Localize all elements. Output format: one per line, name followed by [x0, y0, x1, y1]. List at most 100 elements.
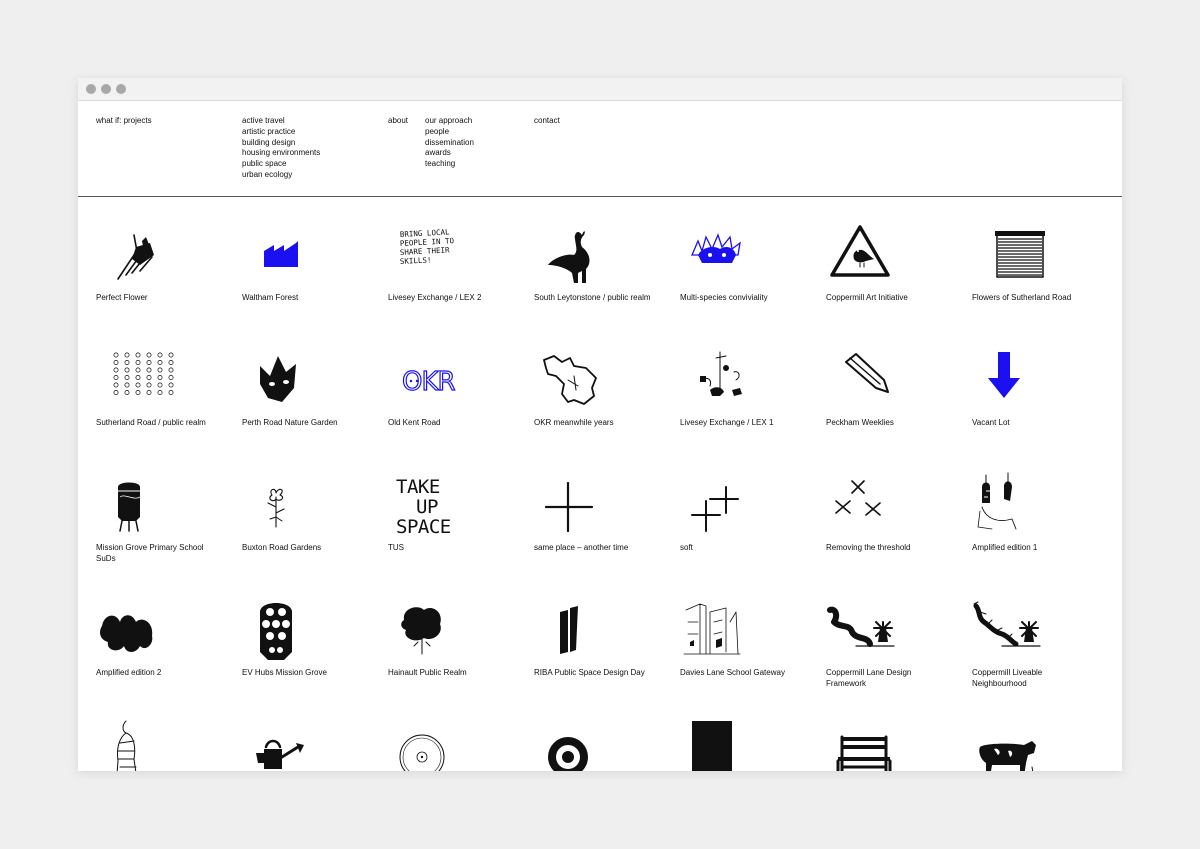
project-tile[interactable] [972, 707, 1112, 771]
project-title: South Leytonstone / public realm [534, 293, 651, 302]
site-title-link[interactable]: what if: projects [96, 116, 152, 127]
nav-teaching-link[interactable]: teaching [425, 159, 474, 170]
factory-roof-icon [242, 207, 382, 297]
sketch-scene-icon [680, 332, 820, 422]
nav-contact-link[interactable]: contact [534, 116, 560, 127]
project-title: EV Hubs Mission Grove [242, 668, 327, 677]
project-tile[interactable]: Multi-species conviviality [680, 207, 820, 327]
bird-warning-sign-icon [826, 207, 966, 297]
flower-sketch-icon [242, 457, 382, 547]
river-windmill-icon [826, 582, 966, 672]
shutter-icon [972, 207, 1112, 297]
project-tile[interactable]: Coppermill Art Initiative [826, 207, 966, 327]
target-icon [534, 707, 674, 771]
nav-category-building-design[interactable]: building design [242, 138, 320, 149]
project-title: Coppermill Art Initiative [826, 293, 908, 302]
project-tile[interactable] [96, 707, 236, 771]
project-tile[interactable]: Amplified edition 1 [972, 457, 1112, 577]
project-tile[interactable]: BRING LOCAL PEOPLE IN TO SHARE THEIR SKILLS… [388, 207, 528, 327]
project-title: Perfect Flower [96, 293, 148, 302]
nav-people-link[interactable]: people [425, 127, 474, 138]
nav-category-housing-environments[interactable]: housing environments [242, 148, 320, 159]
project-tile[interactable]: Mission Grove Primary School SuDs [96, 457, 236, 577]
project-tile[interactable]: TAKE UP SPACE TUS [388, 457, 528, 577]
project-tile[interactable]: Removing the threshold [826, 457, 966, 577]
project-title: Removing the threshold [826, 543, 911, 552]
project-tile[interactable]: RIBA Public Space Design Day [534, 582, 674, 702]
project-tile[interactable]: Amplified edition 2 [96, 582, 236, 702]
nav-about-column: about [388, 116, 408, 127]
project-tile[interactable]: Buxton Road Gardens [242, 457, 382, 577]
project-tile[interactable]: Davies Lane School Gateway [680, 582, 820, 702]
project-tile[interactable]: EV Hubs Mission Grove [242, 582, 382, 702]
project-tile[interactable]: OKR Old Kent Road [388, 332, 528, 452]
nav-awards-link[interactable]: awards [425, 148, 474, 159]
project-tile[interactable]: soft [680, 457, 820, 577]
svg-text:TAKE: TAKE [396, 476, 440, 498]
bench-icon [826, 707, 966, 771]
project-tile[interactable]: Peckham Weeklies [826, 332, 966, 452]
pencil-icon [826, 332, 966, 422]
project-title: RIBA Public Space Design Day [534, 668, 645, 677]
project-title: Amplified edition 2 [96, 668, 162, 677]
browser-window: what if: projects active travel artistic… [78, 78, 1122, 771]
svg-text:UP: UP [416, 496, 438, 518]
project-tile[interactable]: Coppermill Liveable Neighbourhood [972, 582, 1112, 702]
project-tile[interactable]: Perfect Flower [96, 207, 236, 327]
nav-category-public-space[interactable]: public space [242, 159, 320, 170]
nav-category-urban-ecology[interactable]: urban ecology [242, 170, 320, 181]
project-title: Waltham Forest [242, 293, 299, 302]
nav-category-active-travel[interactable]: active travel [242, 116, 320, 127]
nav-our-approach-link[interactable]: our approach [425, 116, 474, 127]
goose-icon [534, 207, 674, 297]
project-tile[interactable]: South Leytonstone / public realm [534, 207, 674, 327]
watering-can-icon [242, 707, 382, 771]
project-tile[interactable] [680, 707, 820, 771]
project-tile[interactable]: Vacant Lot [972, 332, 1112, 452]
project-title: Hainault Public Realm [388, 668, 467, 677]
window-maximize-dot[interactable] [116, 84, 126, 94]
project-title: Perth Road Nature Garden [242, 418, 338, 427]
svg-text:SPACE: SPACE [396, 516, 451, 538]
project-title: Buxton Road Gardens [242, 543, 322, 552]
cross-icon [534, 457, 674, 547]
fox-head-icon [242, 332, 382, 422]
project-tile[interactable] [242, 707, 382, 771]
project-title: Sutherland Road / public realm [96, 418, 206, 427]
project-tile[interactable]: OKR meanwhile years [534, 332, 674, 452]
project-title: Old Kent Road [388, 418, 441, 427]
project-tile[interactable]: Perth Road Nature Garden [242, 332, 382, 452]
project-tile[interactable]: same place – another time [534, 457, 674, 577]
nav-category-artistic-practice[interactable]: artistic practice [242, 127, 320, 138]
nav-site-title-column: what if: projects [96, 116, 152, 127]
svg-text:SKILLS!: SKILLS! [400, 255, 432, 266]
cut-flower-bundle-icon [96, 207, 236, 297]
project-title: Davies Lane School Gateway [680, 668, 785, 677]
project-title: TUS [388, 543, 404, 552]
project-tile[interactable]: Hainault Public Realm [388, 582, 528, 702]
street-sketch-icon [680, 582, 820, 672]
project-tile[interactable] [388, 707, 528, 771]
ink-blot-plants-icon [96, 582, 236, 672]
project-tile[interactable]: Coppermill Lane Design Framework [826, 582, 966, 702]
project-tile[interactable]: Livesey Exchange / LEX 1 [680, 332, 820, 452]
project-title: Coppermill Lane Design Framework [826, 668, 912, 688]
project-title: Livesey Exchange / LEX 1 [680, 418, 774, 427]
project-tile[interactable] [534, 707, 674, 771]
project-tile[interactable]: Flowers of Sutherland Road [972, 207, 1112, 327]
svg-text:OKR: OKR [402, 367, 456, 397]
double-cross-icon [680, 457, 820, 547]
concentric-circle-icon [388, 707, 528, 771]
nav-about-link[interactable]: about [388, 116, 408, 127]
project-title: Multi-species conviviality [680, 293, 768, 302]
project-title: same place – another time [534, 543, 629, 552]
window-close-dot[interactable] [86, 84, 96, 94]
project-tile[interactable]: Waltham Forest [242, 207, 382, 327]
nav-dissemination-link[interactable]: dissemination [425, 138, 474, 149]
project-title: Livesey Exchange / LEX 2 [388, 293, 482, 302]
project-tile[interactable]: Sutherland Road / public realm [96, 332, 236, 452]
project-title: soft [680, 543, 693, 552]
project-title: Vacant Lot [972, 418, 1010, 427]
window-minimize-dot[interactable] [101, 84, 111, 94]
project-tile[interactable] [826, 707, 966, 771]
